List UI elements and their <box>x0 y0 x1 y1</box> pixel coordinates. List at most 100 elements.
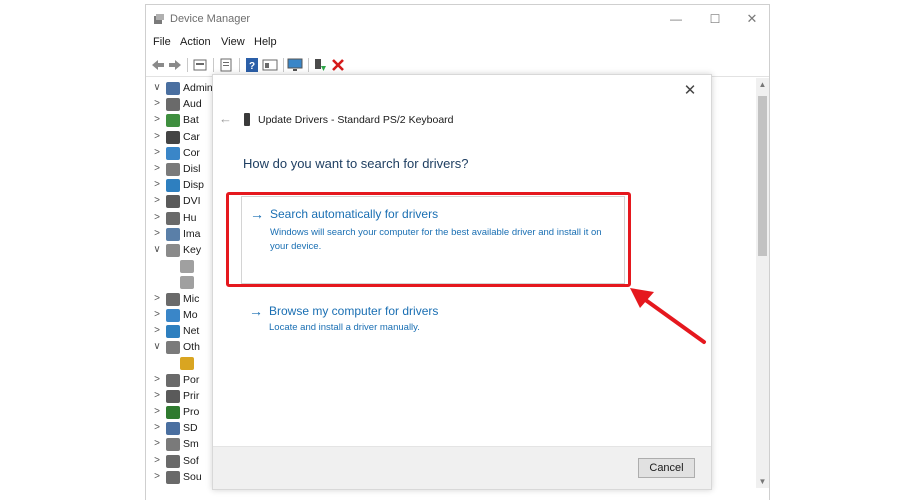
chevron-down-icon[interactable]: ∨ <box>152 244 162 256</box>
tree-item[interactable]: > Aud <box>146 97 216 113</box>
chevron-right-icon[interactable]: > <box>152 131 162 143</box>
chevron-right-icon[interactable]: > <box>152 390 162 402</box>
tree-item[interactable]: > Mo <box>146 308 216 324</box>
tree-item[interactable]: > Hu <box>146 211 216 227</box>
tree-item[interactable]: > Net <box>146 324 216 340</box>
red-highlight-box <box>226 192 631 287</box>
dialog-heading: How do you want to search for drivers? <box>243 156 469 171</box>
printer-icon <box>166 389 180 403</box>
close-window-button[interactable]: ✕ <box>743 11 761 27</box>
tree-item[interactable] <box>146 275 216 291</box>
keyboard-device-icon <box>244 113 250 126</box>
tree-item[interactable]: > Disp <box>146 178 216 194</box>
imaging-icon <box>166 227 180 241</box>
tree-item[interactable]: ∨ Oth <box>146 340 216 356</box>
browse-computer-option[interactable]: → Browse my computer for drivers Locate … <box>241 300 625 340</box>
chevron-right-icon[interactable]: > <box>152 212 162 224</box>
chevron-right-icon[interactable]: > <box>152 471 162 483</box>
tree-item[interactable]: > Cor <box>146 146 216 162</box>
tree-item-label: SD <box>183 422 198 435</box>
chevron-right-icon[interactable]: > <box>152 325 162 337</box>
chevron-right-icon[interactable]: > <box>152 422 162 434</box>
chevron-right-icon[interactable]: > <box>152 147 162 159</box>
chevron-right-icon[interactable]: > <box>152 309 162 321</box>
minimize-button[interactable]: — <box>667 11 685 27</box>
tree-item[interactable]: ∨ Admin <box>146 81 216 97</box>
chevron-down-icon[interactable]: ∨ <box>152 341 162 353</box>
update-driver-icon[interactable] <box>312 57 328 73</box>
svg-text:?: ? <box>249 61 255 72</box>
tree-item[interactable] <box>146 259 216 275</box>
forward-icon[interactable] <box>167 57 183 73</box>
toolbar-separator <box>308 58 309 72</box>
tree-item[interactable]: > Mic <box>146 292 216 308</box>
scroll-up-icon[interactable]: ▲ <box>756 78 769 91</box>
tree-item[interactable]: > DVI <box>146 194 216 210</box>
chevron-right-icon[interactable]: > <box>152 374 162 386</box>
monitor-icon <box>166 308 180 322</box>
chevron-right-icon[interactable]: > <box>152 406 162 418</box>
tree-item[interactable]: > Sm <box>146 437 216 453</box>
tree-item[interactable]: > Prir <box>146 389 216 405</box>
tree-item[interactable]: > Pro <box>146 405 216 421</box>
tree-item-label: Prir <box>183 389 200 402</box>
tree-item-label: Aud <box>183 98 202 111</box>
title-bar: Device Manager — ☐ ✕ <box>146 5 769 33</box>
menu-file[interactable]: File <box>153 36 171 48</box>
menu-view[interactable]: View <box>221 36 245 48</box>
scrollbar-thumb[interactable] <box>758 96 767 256</box>
tree-item[interactable]: > Ima <box>146 227 216 243</box>
menu-help[interactable]: Help <box>254 36 277 48</box>
scroll-down-icon[interactable]: ▼ <box>756 475 769 488</box>
chevron-right-icon[interactable]: > <box>152 98 162 110</box>
device-manager-app-icon <box>154 14 164 24</box>
chevron-right-icon[interactable]: > <box>152 179 162 191</box>
tree-item[interactable]: > SD <box>146 421 216 437</box>
back-icon[interactable] <box>150 57 166 73</box>
sensor-icon <box>166 438 180 452</box>
tree-item[interactable]: > Sof <box>146 454 216 470</box>
chevron-right-icon[interactable]: > <box>152 114 162 126</box>
monitor-icon[interactable] <box>287 57 303 73</box>
cancel-button[interactable]: Cancel <box>638 458 695 478</box>
tree-item-label: Hu <box>183 211 197 224</box>
tree-item[interactable]: > Por <box>146 373 216 389</box>
tree-item[interactable]: ∨ Key <box>146 243 216 259</box>
dvd-icon <box>166 195 180 209</box>
tree-item-label: Sof <box>183 454 199 467</box>
chevron-right-icon[interactable]: > <box>152 293 162 305</box>
tree-item-label: Pro <box>183 406 200 418</box>
sound-icon <box>166 470 180 484</box>
tree-item-label: Car <box>183 130 200 143</box>
software-icon <box>166 454 180 468</box>
chevron-right-icon[interactable]: > <box>152 438 162 450</box>
tree-item[interactable]: > Car <box>146 130 216 146</box>
chevron-down-icon[interactable]: ∨ <box>152 82 162 94</box>
screenshot-stage: Device Manager — ☐ ✕ File Action View He… <box>0 0 900 500</box>
tree-item[interactable]: > Sou <box>146 470 216 486</box>
uninstall-icon[interactable] <box>330 57 346 73</box>
back-arrow-icon[interactable]: ← <box>219 112 233 126</box>
menu-action[interactable]: Action <box>180 36 211 48</box>
computer-icon <box>166 146 180 160</box>
view-icon[interactable] <box>262 57 278 73</box>
maximize-button[interactable]: ☐ <box>706 11 724 27</box>
network-icon <box>166 325 180 338</box>
chevron-right-icon[interactable]: > <box>152 228 162 240</box>
chevron-right-icon[interactable]: > <box>152 163 162 175</box>
properties-icon[interactable] <box>192 57 208 73</box>
show-hidden-icon[interactable] <box>218 57 234 73</box>
vertical-scrollbar[interactable]: ▲ ▼ <box>756 78 769 488</box>
chevron-right-icon[interactable]: > <box>152 195 162 207</box>
warning-device-icon <box>180 357 194 371</box>
dialog-close-button[interactable]: ✕ <box>682 83 698 99</box>
chevron-right-icon <box>152 260 162 272</box>
dialog-footer: Cancel <box>213 446 711 489</box>
tree-item[interactable]: > Disl <box>146 162 216 178</box>
menu-bar: File Action View Help <box>146 35 769 51</box>
chevron-right-icon[interactable]: > <box>152 455 162 467</box>
tree-item[interactable]: > Bat <box>146 113 216 129</box>
keyboard-icon <box>180 260 194 274</box>
tree-item[interactable] <box>146 356 216 372</box>
help-icon[interactable]: ? <box>244 57 260 73</box>
